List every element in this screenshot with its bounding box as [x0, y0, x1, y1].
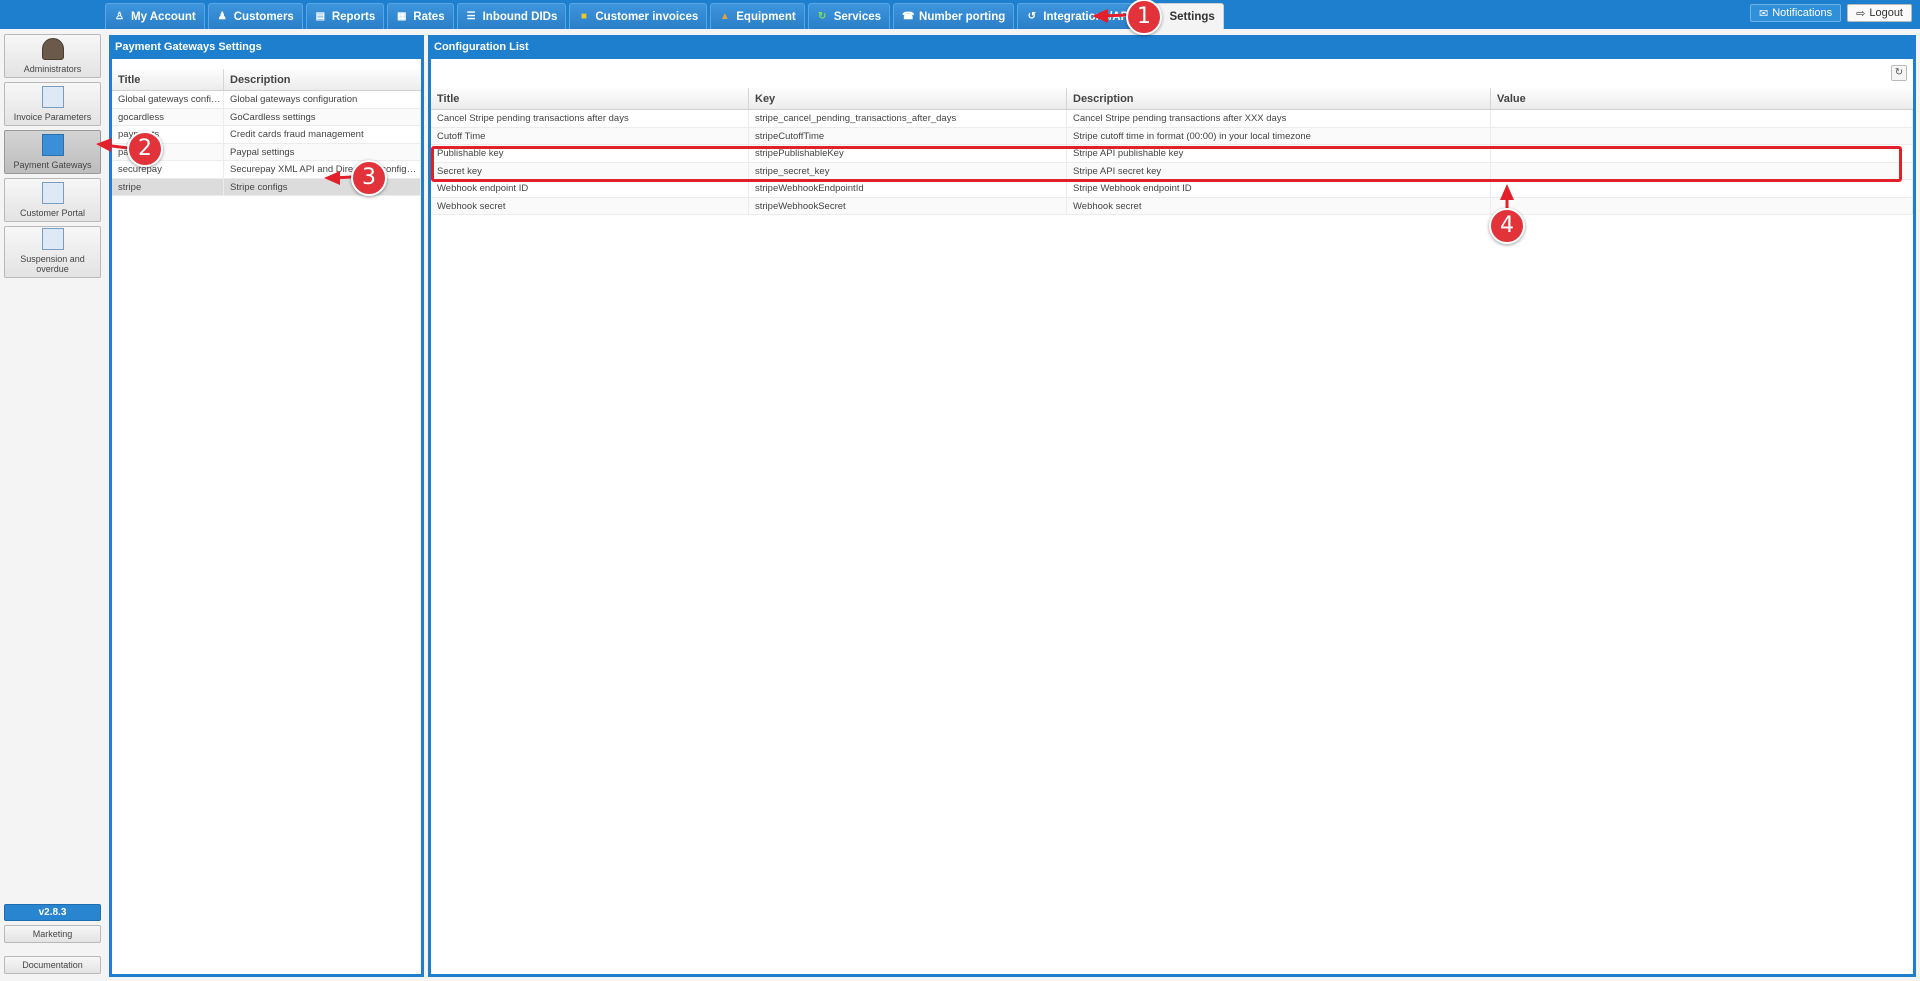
column-header-key[interactable]: Key: [749, 88, 1067, 109]
cell-description: Webhook secret: [1067, 197, 1491, 214]
cell-description: Cancel Stripe pending transactions after…: [1067, 110, 1491, 127]
highlight-box: [431, 146, 1902, 182]
annotation-marker-3: 3: [351, 160, 387, 196]
cell-description: Securepay XML API and DirectOne configur…: [224, 161, 421, 178]
invoice-parameters-icon: [41, 86, 64, 108]
refresh-icon: ↻: [817, 11, 827, 22]
tab-number-porting[interactable]: ☎ Number porting: [893, 3, 1015, 29]
tab-my-account[interactable]: ♙ My Account: [105, 3, 205, 29]
cell-title: gocardless: [112, 108, 224, 125]
sidebar-item-payment-gateways[interactable]: Payment Gateways: [4, 130, 101, 174]
cell-description: GoCardless settings: [224, 108, 421, 125]
cell-title: Global gateways config...: [112, 91, 224, 108]
cell-key: stripe_cancel_pending_transactions_after…: [749, 110, 1067, 127]
gateways-table-header: Title Description: [112, 69, 421, 91]
user-icon: ♙: [115, 11, 124, 22]
customer-portal-icon: [41, 182, 64, 204]
top-navigation-bar: ♙ My Account ♟ Customers ▤ Reports ▦ Rates ☰…: [0, 0, 1920, 29]
cell-description: Global gateways configuration: [224, 91, 421, 108]
tab-customer-invoices[interactable]: ■ Customer invoices: [569, 3, 708, 29]
cell-title: Cutoff Time: [431, 127, 749, 144]
table-row[interactable]: Cutoff Time stripeCutoffTime Stripe cutoff…: [431, 127, 1913, 145]
logout-button[interactable]: ⇨ Logout: [1847, 4, 1912, 22]
envelope-icon: ✉: [1758, 7, 1769, 20]
cell-description: Paypal settings: [224, 143, 421, 160]
cell-description: Stripe cutoff time in format (00:00) in …: [1067, 127, 1491, 144]
tab-customers[interactable]: ♟ Customers: [207, 3, 303, 29]
cell-key: stripeWebhookSecret: [749, 197, 1067, 214]
config-table-header: Title Key Description Value: [431, 88, 1913, 110]
tab-integrations-api[interactable]: ↺ Integrations/API: [1017, 3, 1141, 29]
cell-title: Webhook secret: [431, 197, 749, 214]
cell-value[interactable]: [1491, 180, 1913, 197]
marketing-button[interactable]: Marketing: [4, 925, 101, 943]
box-icon: ▲: [719, 11, 730, 22]
cell-value[interactable]: [1491, 110, 1913, 127]
annotation-marker-2: 2: [127, 131, 163, 167]
cell-description: Credit cards fraud management: [224, 126, 421, 143]
main-tabs: ♙ My Account ♟ Customers ▤ Reports ▦ Rates ☰…: [105, 3, 1224, 29]
sidebar-item-suspension-and-overdue[interactable]: Suspension and overdue: [4, 226, 101, 278]
suspension-icon: [41, 228, 64, 250]
cell-value[interactable]: [1491, 197, 1913, 214]
cell-key: stripeCutoffTime: [749, 127, 1067, 144]
panel-spacer: [112, 59, 421, 69]
column-header-description[interactable]: Description: [224, 69, 421, 90]
list-icon: ☰: [466, 11, 476, 22]
annotation-marker-1: 1: [1126, 0, 1162, 35]
tab-equipment[interactable]: ▲ Equipment: [710, 3, 805, 29]
folder-icon: ■: [580, 11, 587, 22]
sidebar-item-customer-portal[interactable]: Customer Portal: [4, 178, 101, 222]
column-header-title[interactable]: Title: [431, 88, 749, 109]
logout-icon: ⇨: [1856, 7, 1866, 20]
refresh-icon: ↻: [1894, 67, 1904, 78]
version-badge: v2.8.3: [4, 904, 101, 921]
cell-description: Stripe Webhook endpoint ID: [1067, 180, 1491, 197]
sidebar-item-invoice-parameters[interactable]: Invoice Parameters: [4, 82, 101, 126]
column-header-value[interactable]: Value: [1491, 88, 1913, 109]
administrator-icon: [41, 38, 64, 60]
table-row[interactable]: Global gateways config... Global gateways…: [112, 91, 421, 109]
top-right-actions: ✉ Notifications ⇨ Logout: [1749, 4, 1912, 22]
people-icon: ♟: [217, 11, 227, 22]
payment-gateways-icon: [41, 134, 64, 156]
cell-title: Webhook endpoint ID: [431, 180, 749, 197]
panel-title: Payment Gateways Settings: [112, 35, 421, 59]
tab-inbound-dids[interactable]: ☰ Inbound DIDs: [456, 3, 567, 29]
table-row[interactable]: Webhook endpoint ID stripeWebhookEndpoint…: [431, 180, 1913, 198]
table-row[interactable]: gocardless GoCardless settings: [112, 108, 421, 126]
tab-rates[interactable]: ▦ Rates: [387, 3, 454, 29]
cell-title: stripe: [112, 178, 224, 195]
column-header-title[interactable]: Title: [112, 69, 224, 90]
cell-description: Stripe configs: [224, 178, 421, 195]
tab-reports[interactable]: ▤ Reports: [305, 3, 385, 29]
panel-title: Configuration List: [431, 35, 1913, 59]
cell-value[interactable]: [1491, 127, 1913, 144]
column-header-description[interactable]: Description: [1067, 88, 1491, 109]
refresh-button[interactable]: ↻: [1891, 65, 1907, 81]
phone-icon: ☎: [902, 11, 915, 22]
panel-toolbar: [431, 59, 1913, 88]
table-row[interactable]: Cancel Stripe pending transactions after…: [431, 110, 1913, 128]
notifications-button[interactable]: ✉ Notifications: [1749, 4, 1842, 22]
annotation-marker-4: 4: [1489, 208, 1525, 244]
documentation-button[interactable]: Documentation: [4, 956, 101, 974]
rates-icon: ▦: [397, 11, 407, 22]
report-icon: ▤: [315, 11, 326, 22]
cell-key: stripeWebhookEndpointId: [749, 180, 1067, 197]
sidebar-item-administrators[interactable]: Administrators: [4, 34, 101, 78]
tab-services[interactable]: ↻ Services: [807, 3, 891, 29]
settings-sidebar: Administrators Invoice Parameters Paymen…: [4, 34, 101, 282]
cell-title: securepay: [112, 161, 224, 178]
table-row[interactable]: Webhook secret stripeWebhookSecret Webhook…: [431, 197, 1913, 215]
cell-title: Cancel Stripe pending transactions after…: [431, 110, 749, 127]
sync-icon: ↺: [1027, 11, 1036, 22]
